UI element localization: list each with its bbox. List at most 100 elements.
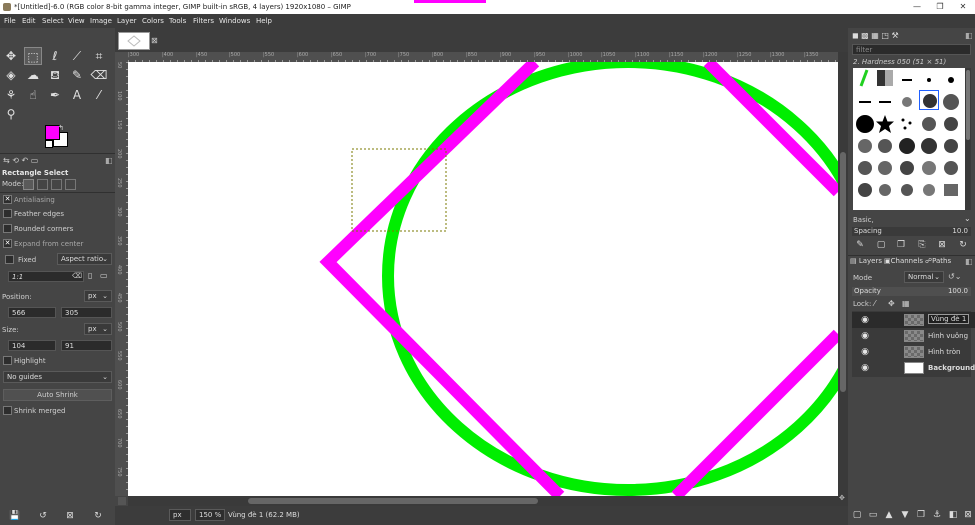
unified-transform-icon[interactable]: ◈ (2, 66, 20, 84)
image-canvas[interactable] (128, 62, 838, 496)
brush-cell-selected[interactable] (919, 90, 939, 110)
brush-cell[interactable] (897, 136, 917, 156)
brush-cell[interactable] (941, 180, 961, 200)
image-tab-thumbnail[interactable] (118, 32, 150, 50)
minimize-button[interactable]: — (908, 1, 926, 13)
visibility-eye-icon[interactable]: ◉ (860, 363, 870, 373)
position-x-field[interactable]: 566 (8, 307, 56, 318)
brush-filter-input[interactable]: filter (852, 44, 971, 55)
lasso-icon[interactable]: ℓ (46, 47, 64, 65)
rounded-corners-checkbox[interactable] (3, 224, 12, 233)
tab-paths[interactable]: ☍Paths (925, 257, 951, 265)
move-icon[interactable]: ✥ (2, 47, 20, 65)
lock-position-icon[interactable]: ✥ (888, 299, 895, 308)
portrait-icon[interactable]: ▯ (88, 271, 92, 280)
brush-cell[interactable] (941, 70, 961, 90)
horizontal-scroll-thumb[interactable] (248, 498, 538, 504)
brush-cell[interactable] (919, 158, 939, 178)
horizontal-scrollbar[interactable] (128, 496, 838, 506)
brush-cell[interactable] (875, 180, 895, 200)
layer-row[interactable]: ◉ Hình tròn (852, 344, 975, 360)
brush-cell[interactable] (919, 114, 939, 134)
mode-intersect-icon[interactable] (65, 179, 76, 190)
opacity-slider[interactable]: Opacity 100.0 (852, 287, 971, 296)
brush-cell[interactable] (941, 136, 961, 156)
mode-add-icon[interactable] (37, 179, 48, 190)
layer-row[interactable]: ◉ Hình vuông (852, 328, 975, 344)
fixed-mode-dropdown[interactable]: Aspect ratio ⌄ (57, 253, 112, 265)
expand-from-center-checkbox[interactable]: ✕ (3, 239, 12, 248)
visibility-eye-icon[interactable]: ◉ (860, 315, 870, 325)
brush-cell[interactable] (875, 68, 895, 88)
menu-tools[interactable]: Tools (169, 17, 186, 25)
menu-edit[interactable]: Edit (22, 17, 36, 25)
unit-dropdown[interactable]: px (169, 509, 191, 521)
menu-view[interactable]: View (68, 17, 85, 25)
menu-select[interactable]: Select (42, 17, 64, 25)
quick-mask-toggle[interactable] (118, 497, 126, 505)
menu-image[interactable]: Image (90, 17, 112, 25)
anchor-layer-icon[interactable]: ⚓ (931, 509, 943, 521)
crop-icon[interactable]: ⌗ (90, 47, 108, 65)
brush-cell[interactable] (941, 114, 961, 134)
brush-cell[interactable] (875, 158, 895, 178)
brush-cell[interactable] (897, 180, 917, 200)
delete-layer-icon[interactable]: ⊠ (962, 509, 974, 521)
auto-shrink-button[interactable]: Auto Shrink (3, 389, 112, 401)
brush-cell[interactable] (855, 92, 875, 112)
shrink-merged-checkbox[interactable] (3, 406, 12, 415)
brush-grid[interactable] (853, 68, 965, 210)
duplicate-brush-icon[interactable]: ❐ (895, 239, 907, 251)
text-icon[interactable]: A (68, 86, 86, 104)
lower-layer-icon[interactable]: ▼ (899, 509, 911, 521)
paint-bucket-icon[interactable]: ⛾ (46, 66, 64, 84)
refresh-brushes-icon[interactable]: ↻ (957, 239, 969, 251)
antialiasing-checkbox[interactable]: ✕ (3, 195, 12, 204)
dock-menu-icon[interactable]: ◧ (105, 156, 113, 165)
new-layer-icon[interactable]: ▢ (851, 509, 863, 521)
position-y-field[interactable]: 305 (61, 307, 112, 318)
highlight-checkbox[interactable] (3, 356, 12, 365)
layer-row[interactable]: ◉ Background (852, 360, 975, 376)
duplicate-layer-icon[interactable]: ❐ (915, 509, 927, 521)
brush-cell[interactable] (875, 136, 895, 156)
brush-cell[interactable] (941, 92, 961, 112)
close-image-tab-icon[interactable]: ⊠ (151, 36, 158, 45)
swap-colors-icon[interactable]: ↰ (58, 124, 64, 132)
menu-windows[interactable]: Windows (219, 17, 250, 25)
close-button[interactable]: ✕ (954, 1, 972, 13)
fuzzy-select-icon[interactable]: ⟋ (68, 47, 86, 65)
visibility-eye-icon[interactable]: ◉ (860, 331, 870, 341)
vertical-scrollbar[interactable]: ✥ (838, 52, 848, 506)
position-unit-dropdown[interactable]: px ⌄ (84, 290, 112, 302)
zoom-dropdown[interactable]: 150 % (195, 509, 225, 521)
navigate-icon[interactable]: ✥ (839, 494, 845, 502)
clone-icon[interactable]: ⚘ (2, 86, 20, 104)
tab-channels[interactable]: ▣Channels (884, 257, 923, 265)
mode-replace-icon[interactable] (23, 179, 34, 190)
layers-dock-menu-icon[interactable]: ◧ (965, 257, 973, 266)
brush-cell[interactable] (897, 114, 917, 134)
brush-cell[interactable] (855, 136, 875, 156)
zoom-icon[interactable]: ⚲ (2, 105, 20, 123)
size-height-field[interactable]: 91 (61, 340, 112, 351)
fixed-checkbox[interactable] (5, 255, 14, 264)
menu-colors[interactable]: Colors (142, 17, 164, 25)
layer-name[interactable]: Vùng đè 1 (928, 314, 970, 324)
brush-cell[interactable] (897, 158, 917, 178)
vertical-scroll-thumb[interactable] (840, 152, 846, 392)
brush-cell[interactable] (875, 92, 895, 112)
brush-cell[interactable] (855, 158, 875, 178)
clear-ratio-icon[interactable]: ⌫ (72, 272, 82, 280)
ruler-corner[interactable] (115, 52, 128, 62)
new-brush-icon[interactable]: ▢ (875, 239, 887, 251)
visibility-eye-icon[interactable]: ◉ (860, 347, 870, 357)
brush-scroll-thumb[interactable] (966, 70, 970, 140)
ruler-top[interactable]: |300 |400 |450 |500 |550 |600 |650 |700 |750 |800… (128, 52, 838, 62)
mode-reset-icon[interactable]: ↺⌄ (948, 272, 961, 281)
brush-cell[interactable] (875, 114, 895, 134)
lock-alpha-icon[interactable]: ▦ (902, 299, 910, 308)
mode-subtract-icon[interactable] (51, 179, 62, 190)
tag-dropdown-icon[interactable]: ⌄ (964, 214, 971, 223)
tab-layers[interactable]: ▤ Layers (850, 257, 882, 265)
